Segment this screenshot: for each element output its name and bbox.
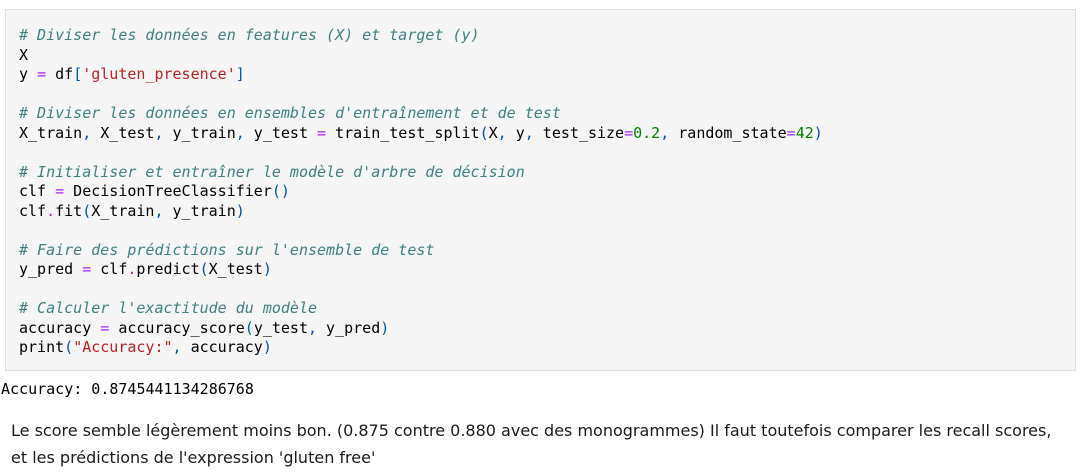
code-token: ) xyxy=(262,260,272,278)
code-token: random_state xyxy=(669,123,787,142)
code-line: y = df['gluten_presence'] xyxy=(19,65,823,85)
code-token: predict xyxy=(136,260,200,278)
code-editor[interactable]: # Diviser les données en features (X) et… xyxy=(19,26,823,358)
code-token: y_pred xyxy=(317,318,381,337)
code-token: ) xyxy=(813,123,823,142)
markdown-line-1: Le score semble légèrement moins bon. (0… xyxy=(11,421,1052,440)
code-token: y_test xyxy=(244,123,318,142)
code-token: X_train xyxy=(19,123,83,142)
code-token: accuracy xyxy=(181,338,263,356)
code-token: ( xyxy=(64,338,74,356)
code-token: ] xyxy=(235,65,245,83)
code-token: y_test xyxy=(253,318,308,337)
code-line: # Calculer l'exactitude du modèle xyxy=(19,299,823,319)
code-line: # Diviser les données en ensembles d'ent… xyxy=(19,104,823,124)
code-token: = xyxy=(624,123,634,142)
code-token: test_size xyxy=(533,123,625,142)
code-line: y_pred = clf.predict(X_test) xyxy=(19,260,823,280)
code-line: # Initialiser et entraîner le modèle d'a… xyxy=(19,163,823,183)
code-token: , xyxy=(82,123,92,142)
code-token: = xyxy=(55,182,65,200)
code-token: () xyxy=(271,182,290,200)
code-token: accuracy_score xyxy=(109,318,245,337)
code-token: ) xyxy=(235,201,245,220)
code-token: # Diviser les données en features (X) et… xyxy=(19,26,480,44)
code-token: [ xyxy=(73,65,83,83)
code-token: y xyxy=(19,65,38,83)
markdown-line-2: et les prédictions de l'expression 'glut… xyxy=(11,448,376,467)
code-token: accuracy xyxy=(19,318,101,337)
code-token: , xyxy=(154,201,164,220)
code-token: , xyxy=(524,123,534,142)
code-token: df xyxy=(46,65,74,83)
code-token: y_train xyxy=(163,123,236,142)
code-token: X_test xyxy=(208,260,263,278)
code-token: y_pred xyxy=(19,260,83,278)
code-line: X xyxy=(19,46,823,66)
code-token: , xyxy=(235,123,245,142)
cell-output: Accuracy: 0.8745441134286768 xyxy=(1,380,254,398)
code-cell[interactable]: # Diviser les données en features (X) et… xyxy=(5,9,1076,371)
code-token: . xyxy=(46,201,56,220)
code-token: = xyxy=(786,123,796,142)
code-token: ( xyxy=(244,318,254,337)
code-token: 0.2 xyxy=(633,123,661,142)
code-token: X_test xyxy=(91,123,155,142)
code-token: X xyxy=(488,123,498,142)
code-token: # Diviser les données en ensembles d'ent… xyxy=(19,104,561,122)
code-token: ) xyxy=(262,338,272,356)
code-token: , xyxy=(497,123,507,142)
markdown-cell: Le score semble légèrement moins bon. (0… xyxy=(11,417,1071,471)
code-token: # Initialiser et entraîner le modèle d'a… xyxy=(19,162,525,181)
code-token: clf xyxy=(19,201,47,220)
code-token: "Accuracy:" xyxy=(73,338,173,356)
code-token: # Faire des prédictions sur l'ensemble d… xyxy=(19,240,435,259)
code-token: = xyxy=(82,260,92,278)
code-token: print xyxy=(19,338,65,356)
code-token: ( xyxy=(82,201,92,220)
code-line: X_train, X_test, y_train, y_test = train… xyxy=(19,124,823,144)
code-line: # Faire des prédictions sur l'ensemble d… xyxy=(19,241,823,261)
code-token: ) xyxy=(380,318,390,337)
code-token: , xyxy=(308,318,318,337)
code-token: = xyxy=(317,123,327,142)
code-token: X xyxy=(19,45,29,64)
code-token: X_train xyxy=(91,201,155,220)
code-line: accuracy = accuracy_score(y_test, y_pred… xyxy=(19,319,823,339)
code-token: fit xyxy=(55,201,83,220)
code-line: clf.fit(X_train, y_train) xyxy=(19,202,823,222)
code-token: ( xyxy=(479,123,489,142)
code-token: ( xyxy=(199,260,209,278)
code-token: train_test_split xyxy=(326,123,480,142)
code-token: = xyxy=(37,65,47,83)
code-line: print("Accuracy:", accuracy) xyxy=(19,338,823,358)
code-token: clf xyxy=(91,260,128,278)
code-token: 'gluten_presence' xyxy=(82,65,236,83)
code-token: , xyxy=(172,338,182,356)
code-token: 42 xyxy=(795,123,814,142)
code-token: y xyxy=(506,123,525,142)
code-line: clf = DecisionTreeClassifier() xyxy=(19,182,823,202)
code-token: y_train xyxy=(163,201,236,220)
code-token: , xyxy=(660,123,670,142)
code-line: # Diviser les données en features (X) et… xyxy=(19,26,823,46)
code-token: = xyxy=(100,318,110,337)
code-token: DecisionTreeClassifier xyxy=(64,182,272,200)
code-token: clf xyxy=(19,182,56,200)
code-token: # Calculer l'exactitude du modèle xyxy=(19,299,318,317)
code-token: , xyxy=(154,123,164,142)
